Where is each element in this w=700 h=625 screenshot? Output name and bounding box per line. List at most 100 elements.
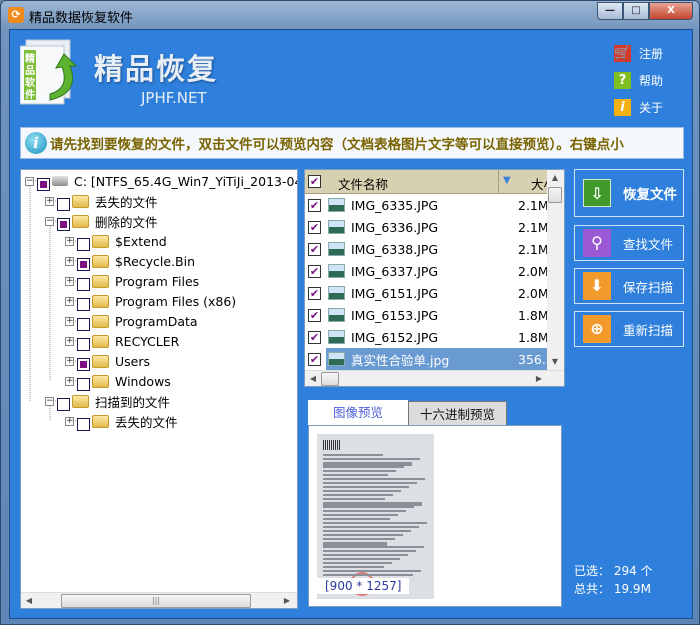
collapse-icon[interactable]: − bbox=[45, 396, 54, 406]
scroll-left-arrow[interactable]: ◀ bbox=[305, 371, 321, 386]
image-preview-thumbnail[interactable] bbox=[317, 434, 434, 599]
header-links: 🛒 注册 ? 帮助 i 关于 bbox=[614, 40, 663, 121]
node-checkbox[interactable] bbox=[77, 317, 90, 331]
file-row[interactable]: ✔ IMG_6338.JPG 2.1M bbox=[305, 238, 548, 260]
list-vertical-scrollbar[interactable]: ▲ ▼ bbox=[547, 170, 564, 370]
info-icon: i bbox=[25, 132, 47, 154]
node-checkbox[interactable] bbox=[77, 257, 90, 271]
about-link[interactable]: i 关于 bbox=[614, 94, 663, 121]
row-checkbox[interactable]: ✔ bbox=[308, 330, 321, 344]
expand-icon[interactable]: + bbox=[65, 376, 74, 386]
node-label: $Extend bbox=[115, 233, 167, 249]
scroll-right-arrow[interactable]: ▶ bbox=[279, 593, 295, 608]
scroll-down-arrow[interactable]: ▼ bbox=[547, 354, 563, 370]
save-scan-button[interactable]: ⬇ 保存扫描 bbox=[574, 268, 684, 304]
find-files-button[interactable]: ⚲ 查找文件 bbox=[574, 225, 684, 261]
node-checkbox[interactable] bbox=[37, 177, 50, 191]
file-size: 2.1M bbox=[518, 219, 548, 235]
expand-icon[interactable]: + bbox=[65, 356, 74, 366]
file-row[interactable]: ✔ 真实性合验单.jpg 356.3 bbox=[305, 348, 548, 370]
image-file-icon bbox=[328, 220, 345, 234]
row-checkbox[interactable]: ✔ bbox=[308, 264, 321, 278]
tree-horizontal-scrollbar[interactable]: ◀ ||| ▶ bbox=[21, 592, 297, 608]
scroll-thumb[interactable] bbox=[548, 187, 562, 203]
register-link[interactable]: 🛒 注册 bbox=[614, 40, 663, 67]
expand-icon[interactable]: + bbox=[65, 236, 74, 246]
node-label: C: [NTFS_65.4G_Win7_YiTiJi_2013-04-0 bbox=[74, 173, 298, 189]
file-row[interactable]: ✔ IMG_6151.JPG 2.0M bbox=[305, 282, 548, 304]
collapse-icon[interactable]: − bbox=[45, 216, 54, 226]
scroll-left-arrow[interactable]: ◀ bbox=[21, 593, 37, 608]
tree-node[interactable]: + Program Files bbox=[65, 271, 199, 291]
file-row[interactable]: ✔ IMG_6152.JPG 1.8M bbox=[305, 326, 548, 348]
row-checkbox[interactable]: ✔ bbox=[308, 242, 321, 256]
search-icon: ⚲ bbox=[583, 229, 611, 257]
row-checkbox[interactable]: ✔ bbox=[308, 308, 321, 322]
node-checkbox[interactable] bbox=[57, 197, 70, 211]
file-row[interactable]: ✔ IMG_6336.JPG 2.1M bbox=[305, 216, 548, 238]
column-name[interactable]: 文件名称 bbox=[338, 174, 388, 193]
node-checkbox[interactable] bbox=[77, 377, 90, 391]
expand-icon[interactable]: + bbox=[65, 256, 74, 266]
total-size: 19.9M bbox=[613, 582, 651, 596]
tab-image-preview[interactable]: 图像预览 bbox=[308, 400, 408, 426]
expand-icon[interactable]: + bbox=[65, 276, 74, 286]
scroll-right-arrow[interactable]: ▶ bbox=[531, 371, 547, 386]
node-checkbox[interactable] bbox=[77, 237, 90, 251]
node-checkbox[interactable] bbox=[77, 417, 90, 431]
tree-node[interactable]: + 丢失的文件 bbox=[45, 191, 158, 211]
collapse-icon[interactable]: − bbox=[25, 176, 34, 186]
minimize-button[interactable]: — bbox=[597, 2, 623, 20]
row-checkbox[interactable]: ✔ bbox=[308, 286, 321, 300]
file-size: 1.8M bbox=[518, 329, 548, 345]
expand-icon[interactable]: + bbox=[65, 316, 74, 326]
close-button[interactable]: X bbox=[649, 2, 693, 20]
row-checkbox[interactable]: ✔ bbox=[308, 198, 321, 212]
file-row[interactable]: ✔ IMG_6153.JPG 1.8M bbox=[305, 304, 548, 326]
node-checkbox[interactable] bbox=[77, 277, 90, 291]
tree-node[interactable]: + Users bbox=[65, 351, 150, 371]
folder-tree[interactable]: ◀ ||| ▶ − C: [NTFS_65.4G_Win7_YiTiJi_2013… bbox=[20, 169, 298, 609]
logo: 精 品 软 件 bbox=[20, 39, 78, 105]
help-link[interactable]: ? 帮助 bbox=[614, 67, 663, 94]
maximize-button[interactable]: □ bbox=[623, 2, 649, 20]
file-list[interactable]: ✔ 文件名称 ▼ 大小 ✔ IMG_6335.JPG 2.1M ✔ IMG_6336.J… bbox=[304, 169, 565, 387]
node-label: Program Files (x86) bbox=[115, 293, 237, 309]
tree-node[interactable]: + $Extend bbox=[65, 231, 167, 251]
node-checkbox[interactable] bbox=[77, 337, 90, 351]
select-all-checkbox[interactable]: ✔ bbox=[308, 175, 321, 188]
column-size[interactable]: 大小 bbox=[531, 174, 548, 193]
tree-node[interactable]: + Program Files (x86) bbox=[65, 291, 236, 311]
expand-icon[interactable]: + bbox=[65, 416, 74, 426]
tree-node[interactable]: − 删除的文件 bbox=[45, 211, 158, 231]
file-size: 356.3 bbox=[518, 351, 548, 367]
tree-node[interactable]: + ProgramData bbox=[65, 311, 198, 331]
row-checkbox[interactable]: ✔ bbox=[308, 220, 321, 234]
expand-icon[interactable]: + bbox=[45, 196, 54, 206]
folder-icon bbox=[92, 234, 109, 248]
file-row[interactable]: ✔ IMG_6337.JPG 2.0M bbox=[305, 260, 548, 282]
tree-node[interactable]: + RECYCLER bbox=[65, 331, 179, 351]
scroll-thumb[interactable] bbox=[321, 372, 339, 386]
tree-node[interactable]: − C: [NTFS_65.4G_Win7_YiTiJi_2013-04-0 bbox=[25, 171, 298, 191]
row-checkbox[interactable]: ✔ bbox=[308, 352, 321, 366]
window-title: 精品数据恢复软件 bbox=[29, 11, 134, 26]
expand-icon[interactable]: + bbox=[65, 336, 74, 346]
tree-node[interactable]: + Windows bbox=[65, 371, 171, 391]
scroll-thumb[interactable]: ||| bbox=[61, 594, 251, 608]
tree-node[interactable]: − 扫描到的文件 bbox=[45, 391, 170, 411]
node-checkbox[interactable] bbox=[77, 357, 90, 371]
rescan-button[interactable]: ⊕ 重新扫描 bbox=[574, 311, 684, 347]
file-row[interactable]: ✔ IMG_6335.JPG 2.1M bbox=[305, 194, 548, 216]
tree-node[interactable]: + 丢失的文件 bbox=[65, 411, 178, 431]
node-checkbox[interactable] bbox=[57, 217, 70, 231]
tab-hex-preview[interactable]: 十六进制预览 bbox=[408, 401, 507, 426]
list-horizontal-scrollbar[interactable]: ◀ ▶ bbox=[305, 370, 564, 386]
tree-node[interactable]: + $Recycle.Bin bbox=[65, 251, 195, 271]
folder-icon bbox=[92, 274, 109, 288]
node-checkbox[interactable] bbox=[77, 297, 90, 311]
expand-icon[interactable]: + bbox=[65, 296, 74, 306]
recover-files-button[interactable]: ⇩ 恢复文件 bbox=[574, 169, 684, 217]
node-checkbox[interactable] bbox=[57, 397, 70, 411]
scroll-up-arrow[interactable]: ▲ bbox=[547, 170, 563, 186]
